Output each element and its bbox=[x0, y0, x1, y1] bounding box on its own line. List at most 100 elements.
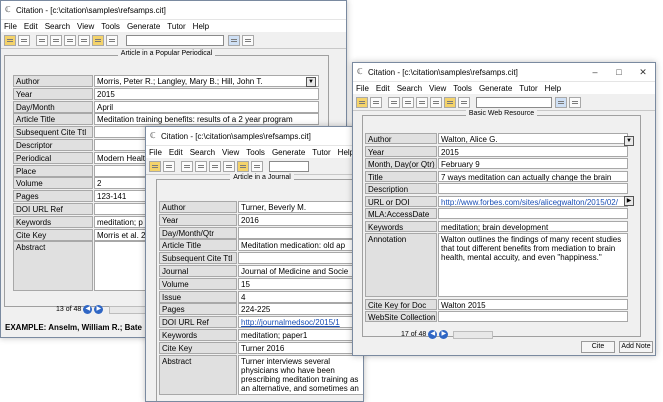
field-value[interactable]: 2015 bbox=[438, 145, 628, 157]
menu-tools[interactable]: Tools bbox=[101, 22, 120, 31]
record-icon[interactable] bbox=[195, 160, 207, 172]
title-bar[interactable]: ℂ Citation - [c:\citation\samples\refsam… bbox=[1, 1, 346, 20]
field-value[interactable]: February 9 bbox=[438, 158, 628, 169]
field-value[interactable] bbox=[238, 226, 363, 239]
open-folder-icon[interactable] bbox=[149, 160, 161, 172]
field-value[interactable]: Walton, Alice G. bbox=[438, 133, 628, 144]
print-icon[interactable] bbox=[416, 96, 428, 108]
toolbar-combo[interactable] bbox=[476, 96, 552, 108]
table-icon[interactable] bbox=[223, 160, 235, 172]
menu-search[interactable]: Search bbox=[397, 84, 422, 93]
close-icon[interactable]: ✕ bbox=[631, 67, 655, 78]
previous-record-icon[interactable]: ◀ bbox=[428, 330, 438, 339]
menu-tools[interactable]: Tools bbox=[246, 148, 265, 157]
menu-tutor[interactable]: Tutor bbox=[519, 84, 537, 93]
field-value[interactable]: 7 ways meditation can actually change th… bbox=[438, 170, 628, 182]
field-value[interactable]: http://www.forbes.com/sites/alicegwalton… bbox=[438, 195, 628, 207]
menu-edit[interactable]: Edit bbox=[169, 148, 183, 157]
save-icon[interactable] bbox=[18, 34, 30, 46]
field-value[interactable]: 4 bbox=[238, 290, 363, 303]
title-bar[interactable]: ℂ Citation - [c:\citation\samples\refsam… bbox=[146, 127, 363, 146]
field-value[interactable]: 15 bbox=[238, 277, 363, 290]
field-value[interactable]: 2016 bbox=[238, 213, 363, 226]
horizontal-scrollbar[interactable] bbox=[453, 331, 493, 339]
open-folder-icon[interactable] bbox=[4, 34, 16, 46]
title-bar[interactable]: ℂ Citation - [c:\citation\samples\refsam… bbox=[353, 63, 655, 82]
list-icon[interactable] bbox=[181, 160, 193, 172]
field-value[interactable]: Turner 2016 bbox=[238, 341, 363, 354]
horizontal-scrollbar[interactable] bbox=[109, 306, 149, 314]
field-value[interactable]: Walton 2015 bbox=[438, 298, 628, 310]
menu-search[interactable]: Search bbox=[190, 148, 215, 157]
field-value[interactable]: Walton outlines the findings of many rec… bbox=[438, 233, 628, 297]
field-value[interactable]: http://journalmedsoc/2015/1 bbox=[238, 316, 363, 329]
format-icon[interactable] bbox=[106, 34, 118, 46]
menu-view[interactable]: View bbox=[429, 84, 446, 93]
field-value[interactable] bbox=[438, 311, 628, 322]
menu-tutor[interactable]: Tutor bbox=[167, 22, 185, 31]
open-url-button[interactable]: ▶ bbox=[624, 196, 634, 206]
menu-tools[interactable]: Tools bbox=[453, 84, 472, 93]
field-value[interactable]: 224-225 bbox=[238, 303, 363, 316]
menu-generate[interactable]: Generate bbox=[479, 84, 512, 93]
menu-help[interactable]: Help bbox=[545, 84, 561, 93]
record-icon[interactable] bbox=[402, 96, 414, 108]
next-record-icon[interactable]: ▶ bbox=[94, 305, 104, 314]
help-icon[interactable] bbox=[242, 34, 254, 46]
field-value[interactable] bbox=[238, 252, 363, 265]
menu-file[interactable]: File bbox=[356, 84, 369, 93]
note-icon[interactable] bbox=[92, 34, 104, 46]
open-folder-icon[interactable] bbox=[356, 96, 368, 108]
format-icon[interactable] bbox=[458, 96, 470, 108]
print-icon[interactable] bbox=[209, 160, 221, 172]
field-value[interactable] bbox=[438, 183, 628, 194]
cite-button[interactable]: Cite bbox=[581, 341, 615, 353]
previous-record-icon[interactable]: ◀ bbox=[83, 305, 93, 314]
field-value[interactable]: Turner, Beverly M. bbox=[238, 201, 363, 213]
help-icon[interactable] bbox=[569, 96, 581, 108]
field-value[interactable]: Meditation medication: old ap bbox=[238, 239, 363, 252]
save-icon[interactable] bbox=[163, 160, 175, 172]
menu-file[interactable]: File bbox=[149, 148, 162, 157]
menu-search[interactable]: Search bbox=[45, 22, 70, 31]
field-value[interactable]: Meditation training benefits: results of… bbox=[94, 113, 319, 126]
next-record-icon[interactable]: ▶ bbox=[439, 330, 449, 339]
menu-generate[interactable]: Generate bbox=[127, 22, 160, 31]
field-value[interactable]: meditation; paper1 bbox=[238, 329, 363, 341]
field-value[interactable]: 2015 bbox=[94, 87, 319, 100]
field-value[interactable]: Journal of Medicine and Socie bbox=[238, 265, 363, 277]
search-icon[interactable] bbox=[228, 34, 240, 46]
menu-edit[interactable]: Edit bbox=[376, 84, 390, 93]
field-value[interactable]: meditation; brain development bbox=[438, 220, 628, 232]
menu-file[interactable]: File bbox=[4, 22, 17, 31]
field-label: Keywords bbox=[13, 215, 93, 228]
maximize-icon[interactable]: □ bbox=[607, 67, 631, 77]
field-value[interactable]: Turner interviews several physicians who… bbox=[238, 354, 363, 395]
field-value[interactable] bbox=[438, 208, 628, 219]
field-value[interactable]: April bbox=[94, 100, 319, 113]
list-icon[interactable] bbox=[36, 34, 48, 46]
table-icon[interactable] bbox=[78, 34, 90, 46]
field-value[interactable]: Morris, Peter R.; Langley, Mary B.; Hill… bbox=[94, 75, 319, 87]
note-icon[interactable] bbox=[237, 160, 249, 172]
menu-tutor[interactable]: Tutor bbox=[312, 148, 330, 157]
menu-generate[interactable]: Generate bbox=[272, 148, 305, 157]
add-note-button[interactable]: Add Note bbox=[619, 341, 653, 353]
toolbar-combo[interactable] bbox=[269, 160, 309, 172]
save-icon[interactable] bbox=[370, 96, 382, 108]
author-lookup-button[interactable]: ▼ bbox=[306, 77, 316, 87]
note-icon[interactable] bbox=[444, 96, 456, 108]
list-icon[interactable] bbox=[388, 96, 400, 108]
menu-edit[interactable]: Edit bbox=[24, 22, 38, 31]
table-icon[interactable] bbox=[430, 96, 442, 108]
print-icon[interactable] bbox=[64, 34, 76, 46]
menu-view[interactable]: View bbox=[77, 22, 94, 31]
author-lookup-button[interactable]: ▼ bbox=[624, 136, 634, 146]
toolbar-combo[interactable] bbox=[126, 34, 224, 46]
menu-view[interactable]: View bbox=[222, 148, 239, 157]
minimize-icon[interactable]: – bbox=[583, 67, 607, 77]
record-icon[interactable] bbox=[50, 34, 62, 46]
search-icon[interactable] bbox=[555, 96, 567, 108]
menu-help[interactable]: Help bbox=[193, 22, 209, 31]
format-icon[interactable] bbox=[251, 160, 263, 172]
